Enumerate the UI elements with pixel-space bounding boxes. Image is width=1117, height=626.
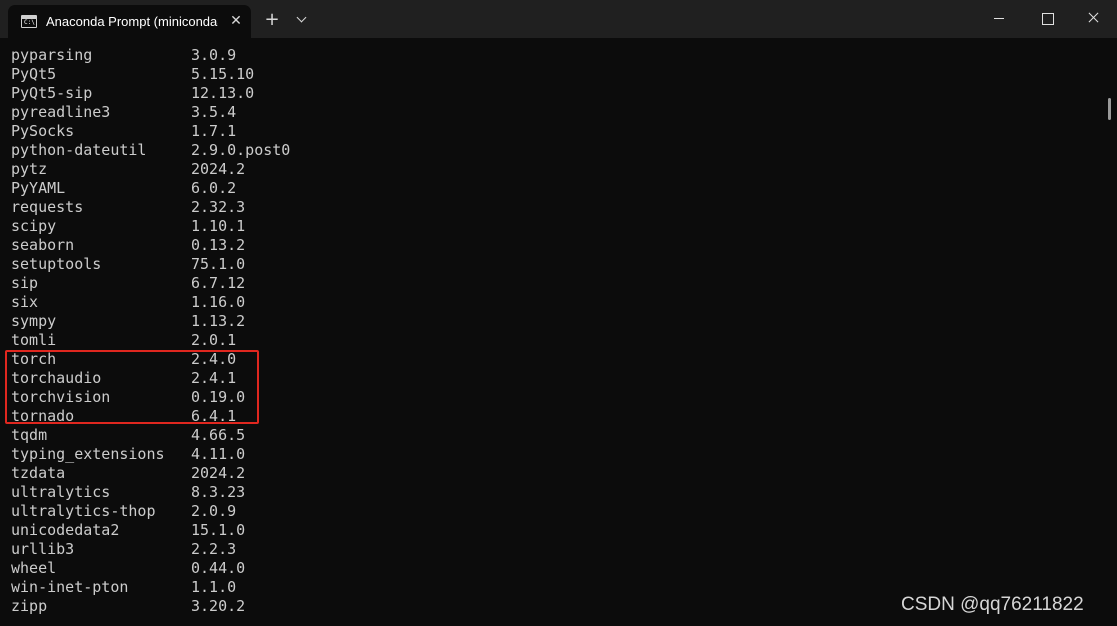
watermark: CSDN @qq76211822 [901,594,1084,615]
package-name: unicodedata2 [11,521,120,539]
minimize-icon[interactable] [976,0,1022,36]
highlight-box [5,350,259,424]
package-name: ultralytics [11,483,111,501]
package-name: typing_extensions [11,445,165,463]
package-row: ultralytics 8.3.23 [11,483,1101,502]
package-name: pytz [11,160,48,178]
package-name: PySocks [11,122,75,140]
package-row: pytz 2024.2 [11,160,1101,179]
title-bar: C:\ Anaconda Prompt (miniconda3) ✕ + [0,0,1117,38]
package-version: 2.0.1 [191,331,237,349]
package-name: scipy [11,217,57,235]
close-icon[interactable] [1070,0,1116,36]
package-version: 4.11.0 [191,445,246,463]
tab-anaconda-prompt[interactable]: C:\ Anaconda Prompt (miniconda3) ✕ [8,5,251,38]
package-version: 2.2.3 [191,540,237,558]
package-version: 1.16.0 [191,293,246,311]
package-version: 2.32.3 [191,198,246,216]
package-version: 2.0.9 [191,502,237,520]
tab-close-icon[interactable]: ✕ [228,13,244,29]
package-row: ultralytics-thop 2.0.9 [11,502,1101,521]
package-name: tzdata [11,464,66,482]
package-name: python-dateutil [11,141,147,159]
package-name: wheel [11,559,57,577]
package-version: 3.5.4 [191,103,237,121]
package-version: 1.7.1 [191,122,237,140]
package-row: PyYAML 6.0.2 [11,179,1101,198]
package-row: sympy 1.13.2 [11,312,1101,331]
package-row: PySocks 1.7.1 [11,122,1101,141]
package-version: 2024.2 [191,464,246,482]
package-version: 3.0.9 [191,46,237,64]
package-row: PyQt5 5.15.10 [11,65,1101,84]
package-row: unicodedata2 15.1.0 [11,521,1101,540]
package-version: 12.13.0 [191,84,255,102]
package-row: setuptools 75.1.0 [11,255,1101,274]
package-version: 75.1.0 [191,255,246,273]
package-name: requests [11,198,84,216]
package-version: 6.7.12 [191,274,246,292]
package-row: pyparsing 3.0.9 [11,46,1101,65]
package-version: 6.0.2 [191,179,237,197]
package-name: win-inet-pton [11,578,129,596]
new-tab-button[interactable]: + [262,10,282,30]
package-name: urllib3 [11,540,75,558]
package-version: 1.13.2 [191,312,246,330]
package-name: seaborn [11,236,75,254]
tab-title: Anaconda Prompt (miniconda3) [46,14,218,29]
package-row: tqdm 4.66.5 [11,426,1101,445]
terminal-window: C:\ Anaconda Prompt (miniconda3) ✕ + pyp… [0,0,1117,626]
package-version: 4.66.5 [191,426,246,444]
package-row: requests 2.32.3 [11,198,1101,217]
package-name: PyQt5-sip [11,84,93,102]
package-row: wheel 0.44.0 [11,559,1101,578]
package-name: tqdm [11,426,48,444]
package-row: seaborn 0.13.2 [11,236,1101,255]
package-name: six [11,293,39,311]
maximize-icon[interactable] [1024,0,1070,36]
package-name: pyreadline3 [11,103,111,121]
package-row: sip 6.7.12 [11,274,1101,293]
package-name: pyparsing [11,46,93,64]
package-version: 3.20.2 [191,597,246,615]
package-row: python-dateutil 2.9.0.post0 [11,141,1101,160]
package-row: scipy 1.10.1 [11,217,1101,236]
terminal-icon: C:\ [21,15,37,28]
package-version: 1.1.0 [191,578,237,596]
package-row: typing_extensions 4.11.0 [11,445,1101,464]
package-name: zipp [11,597,48,615]
package-name: tomli [11,331,57,349]
terminal-icon-text: C:\ [24,19,35,26]
package-row: PyQt5-sip 12.13.0 [11,84,1101,103]
package-name: sip [11,274,39,292]
package-version: 2.9.0.post0 [191,141,291,159]
package-name: PyQt5 [11,65,57,83]
package-name: sympy [11,312,57,330]
package-version: 8.3.23 [191,483,246,501]
package-name: setuptools [11,255,102,273]
terminal-output[interactable]: pyparsing 3.0.9 PyQt5 5.15.10 PyQt5-sip 12.13… [11,46,1101,626]
package-version: 0.44.0 [191,559,246,577]
package-name: PyYAML [11,179,66,197]
package-row: urllib3 2.2.3 [11,540,1101,559]
package-row: pyreadline3 3.5.4 [11,103,1101,122]
package-name: ultralytics-thop [11,502,156,520]
chevron-down-icon[interactable] [293,12,311,28]
package-row: tzdata 2024.2 [11,464,1101,483]
package-version: 2024.2 [191,160,246,178]
package-version: 1.10.1 [191,217,246,235]
package-version: 5.15.10 [191,65,255,83]
package-version: 0.13.2 [191,236,246,254]
package-row: six 1.16.0 [11,293,1101,312]
package-row: tomli 2.0.1 [11,331,1101,350]
package-version: 15.1.0 [191,521,246,539]
scrollbar-thumb[interactable] [1108,98,1111,120]
